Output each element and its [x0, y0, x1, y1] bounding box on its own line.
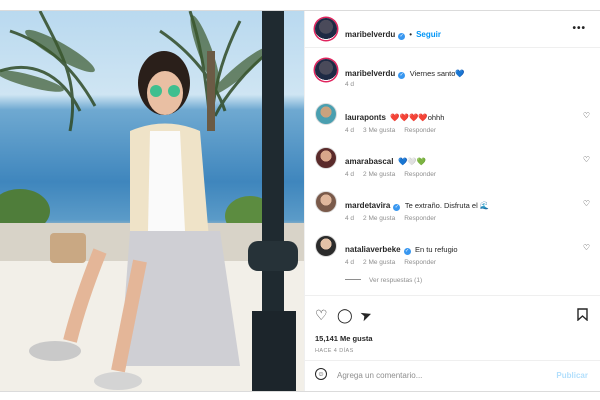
- verified-badge-icon: ✓: [393, 204, 401, 211]
- comment-heart-icon[interactable]: ♡: [583, 199, 590, 208]
- commenter-avatar[interactable]: [315, 103, 337, 125]
- comment-time: 4 d: [345, 127, 355, 134]
- comment-username[interactable]: mardetavira: [345, 201, 390, 210]
- comment-item: mardetavira ✓ Te extraño. Disfruta el 🌊 4…: [305, 191, 600, 231]
- comment-time: 4 d: [345, 259, 355, 266]
- comment-time: 4 d: [345, 171, 355, 178]
- post-header: maribelverdu ✓ • Seguir •••: [305, 11, 600, 48]
- heart-icon[interactable]: ♡: [315, 308, 328, 322]
- view-replies[interactable]: Ver respuestas (1): [345, 277, 600, 284]
- caption-username[interactable]: maribelverdu: [345, 69, 395, 78]
- comment-username[interactable]: amarabascal: [345, 157, 393, 166]
- reply-button[interactable]: Responder: [404, 259, 436, 266]
- caption-text: Viernes santo💙: [409, 69, 465, 78]
- comment-heart-icon[interactable]: ♡: [583, 111, 590, 120]
- comment-heart-icon[interactable]: ♡: [583, 243, 590, 252]
- comment-time: 4 d: [345, 215, 355, 222]
- caption-time: 4 d: [345, 81, 355, 88]
- comment-bar: ☺ Agrega un comentario... Publicar: [305, 360, 600, 393]
- separator-dot: •: [409, 30, 413, 39]
- commenter-avatar[interactable]: [315, 235, 337, 257]
- author-username[interactable]: maribelverdu: [345, 30, 395, 39]
- comment-text: ❤️❤️❤️❤️ohhh: [390, 113, 445, 122]
- reply-button[interactable]: Responder: [404, 215, 436, 222]
- comment-text: 💙🤍💚: [397, 157, 426, 166]
- caption-avatar[interactable]: [315, 59, 337, 81]
- more-options-icon[interactable]: •••: [572, 23, 586, 34]
- comment-username[interactable]: nataliaverbeke: [345, 245, 401, 254]
- comment-heart-icon[interactable]: ♡: [583, 155, 590, 164]
- post-photo[interactable]: [0, 11, 304, 391]
- replies-line: [345, 279, 361, 280]
- comment-item: lauraponts ❤️❤️❤️❤️ohhh 4 d 3 Me gusta Res…: [305, 103, 600, 143]
- post-image: [0, 11, 304, 391]
- comment-username[interactable]: lauraponts: [345, 113, 386, 122]
- commenter-avatar[interactable]: [315, 147, 337, 169]
- post-time: HACE 4 DÍAS: [315, 348, 354, 354]
- comment-likes[interactable]: 2 Me gusta: [363, 215, 395, 222]
- comment-likes[interactable]: 2 Me gusta: [363, 259, 395, 266]
- comment-text: Te extraño. Disfruta el 🌊: [404, 201, 490, 210]
- comment-likes[interactable]: 3 Me gusta: [363, 127, 395, 134]
- comment-item: nataliaverbeke ✓ En tu refugio 4 d 2 Me gu…: [305, 235, 600, 275]
- verified-badge-icon: ✓: [403, 248, 411, 255]
- verified-badge-icon: ✓: [398, 72, 406, 79]
- comment-item: amarabascal 💙🤍💚 4 d 2 Me gusta Responder ♡: [305, 147, 600, 187]
- send-icon[interactable]: ➤: [358, 305, 374, 324]
- follow-button[interactable]: Seguir: [416, 30, 441, 39]
- reply-button[interactable]: Responder: [404, 171, 436, 178]
- bookmark-icon[interactable]: [577, 308, 588, 323]
- post-sidebar: maribelverdu ✓ • Seguir ••• maribelverdu ✓ V…: [304, 11, 600, 391]
- verified-badge-icon: ✓: [398, 33, 406, 40]
- action-bar: ♡ ◯ ➤ 15,141 Me gusta HACE 4 DÍAS ☺ Agre…: [305, 295, 600, 392]
- comment-input[interactable]: Agrega un comentario...: [337, 371, 422, 380]
- likes-count[interactable]: 15,141 Me gusta: [315, 334, 373, 343]
- comment-icon[interactable]: ◯: [337, 308, 353, 322]
- comment-likes[interactable]: 2 Me gusta: [363, 171, 395, 178]
- instagram-post: maribelverdu ✓ • Seguir ••• maribelverdu ✓ V…: [0, 10, 600, 392]
- smiley-icon[interactable]: ☺: [315, 368, 327, 380]
- reply-button[interactable]: Responder: [404, 127, 436, 134]
- view-replies-label[interactable]: Ver respuestas (1): [369, 277, 422, 284]
- caption: maribelverdu ✓ Viernes santo💙 4 d: [305, 59, 600, 99]
- commenter-avatar[interactable]: [315, 191, 337, 213]
- publish-button[interactable]: Publicar: [556, 371, 588, 380]
- comment-text: En tu refugio: [415, 245, 458, 254]
- author-avatar[interactable]: [315, 18, 337, 40]
